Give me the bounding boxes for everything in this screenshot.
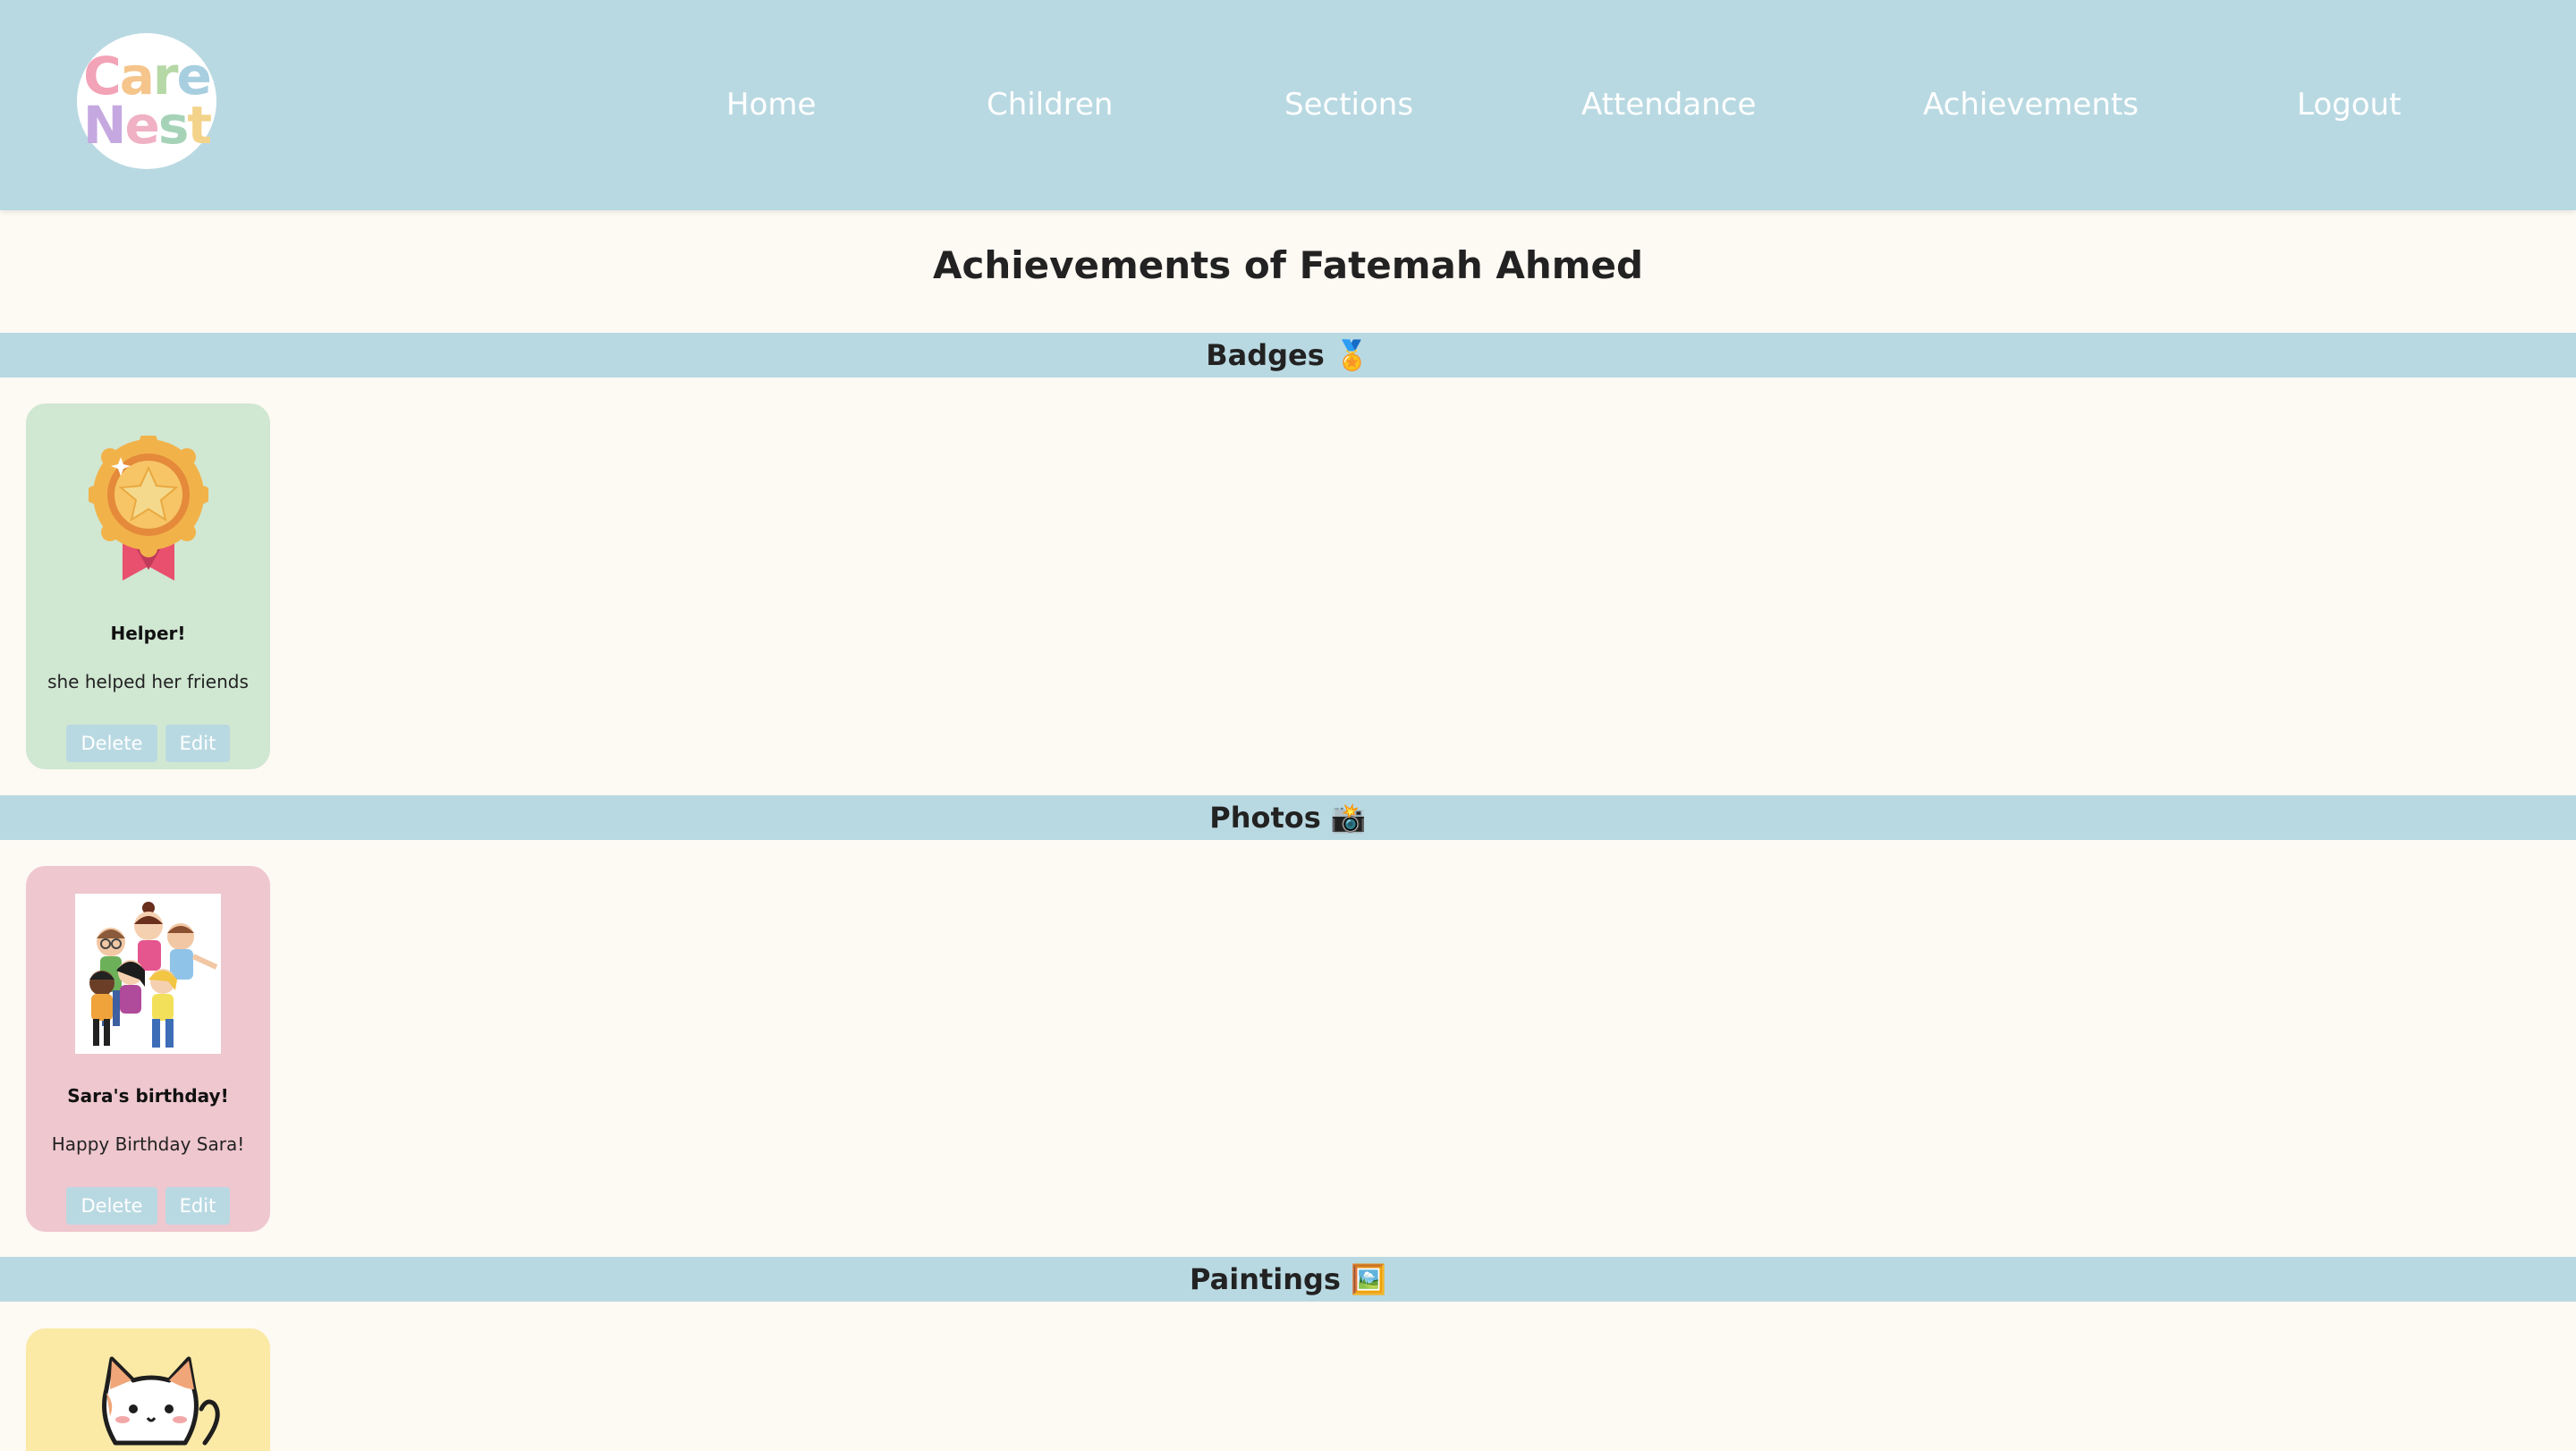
nav-achievements[interactable]: Achievements — [1923, 81, 2139, 129]
page-title: Achievements of Fatemah Ahmed — [932, 243, 1644, 287]
nav-home[interactable]: Home — [726, 81, 816, 129]
photos-section-header: Photos 📸 — [0, 795, 2576, 840]
top-navbar: Care Nest Home Children Sections Attenda… — [0, 0, 2576, 210]
logo-line-nest: Nest — [82, 95, 212, 156]
edit-button[interactable]: Edit — [165, 725, 230, 762]
badge-title: Helper! — [110, 623, 186, 644]
delete-button[interactable]: Delete — [66, 1187, 157, 1225]
carenest-logo[interactable]: Care Nest — [77, 33, 216, 169]
photo-card: Sara's birthday! Happy Birthday Sara! De… — [26, 866, 270, 1232]
paintings-section-header: Paintings 🖼️ — [0, 1257, 2576, 1302]
nav-sections[interactable]: Sections — [1284, 81, 1413, 129]
badge-description: she helped her friends — [47, 671, 249, 692]
nav-children[interactable]: Children — [987, 81, 1113, 129]
badge-card: Helper! she helped her friends Delete Ed… — [26, 403, 270, 769]
photo-description: Happy Birthday Sara! — [51, 1133, 245, 1155]
delete-button[interactable]: Delete — [66, 725, 157, 762]
photo-title: Sara's birthday! — [67, 1085, 229, 1107]
logo-line-care: Care — [83, 45, 212, 106]
medal-icon — [89, 436, 208, 581]
nav-attendance[interactable]: Attendance — [1581, 81, 1756, 129]
edit-button[interactable]: Edit — [165, 1187, 230, 1225]
nav-logout[interactable]: Logout — [2297, 81, 2401, 129]
badges-section-header: Badges 🏅 — [0, 333, 2576, 378]
cat-painting — [102, 1356, 220, 1446]
painting-card — [26, 1328, 270, 1451]
kids-group-photo — [75, 894, 221, 1054]
